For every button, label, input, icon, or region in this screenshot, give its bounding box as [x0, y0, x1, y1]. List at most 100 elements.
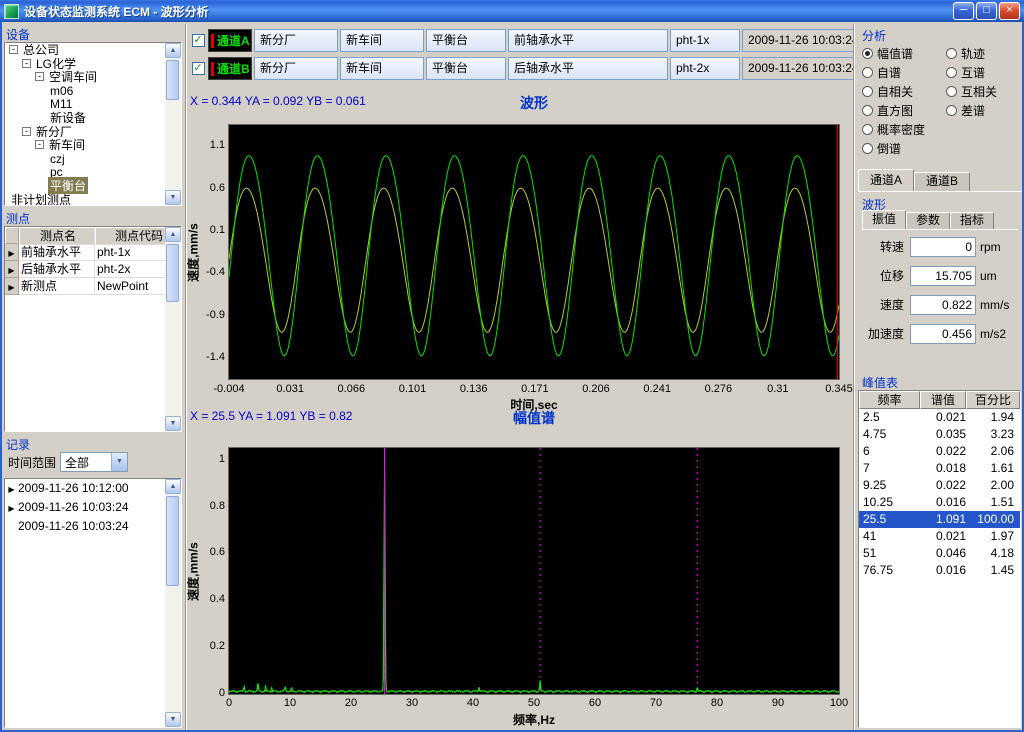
- tree-node[interactable]: m06: [5, 84, 181, 98]
- channel-field[interactable]: 平衡台: [426, 57, 506, 80]
- peak-row[interactable]: 76.75 0.016 1.45: [859, 562, 1020, 579]
- analysis-option[interactable]: 自相关: [862, 82, 946, 101]
- device-section-label: 设备: [6, 26, 30, 43]
- minimize-button-icon[interactable]: ─: [953, 2, 974, 20]
- analysis-option[interactable]: 直方图: [862, 101, 946, 120]
- analysis-option[interactable]: 幅值谱: [862, 44, 946, 63]
- wave-value-tab[interactable]: 指标: [950, 212, 994, 229]
- channel-field[interactable]: 新车间: [340, 57, 424, 80]
- scroll-thumb[interactable]: [166, 496, 179, 586]
- peak-row[interactable]: 7 0.018 1.61: [859, 460, 1020, 477]
- analysis-option[interactable]: 互谱: [946, 63, 1018, 82]
- channel-field[interactable]: 2009-11-26 10:03:24: [742, 29, 854, 52]
- tree-expand-icon[interactable]: -: [35, 72, 44, 81]
- scroll-down-arrow-icon[interactable]: ▼: [165, 190, 181, 205]
- scroll-track[interactable]: [165, 242, 181, 416]
- waveform-series-B: [229, 188, 839, 332]
- spectrum-chart[interactable]: [228, 447, 840, 695]
- peak-header-percent[interactable]: 百分比: [966, 391, 1020, 409]
- tree-node[interactable]: -新车间: [5, 138, 181, 152]
- close-button-icon[interactable]: ×: [999, 2, 1020, 20]
- tree-node[interactable]: czj: [5, 152, 181, 166]
- tree-node[interactable]: -空调车间: [5, 70, 181, 84]
- record-row[interactable]: ▶ 2009-11-26 10:12:00: [5, 479, 181, 498]
- scroll-up-arrow-icon[interactable]: ▲: [165, 43, 181, 58]
- x-tick-label: 20: [321, 697, 381, 709]
- scroll-down-arrow-icon[interactable]: ▼: [165, 712, 181, 727]
- time-range-select[interactable]: 全部 ▼: [60, 452, 128, 472]
- peak-row[interactable]: 4.75 0.035 3.23: [859, 426, 1020, 443]
- point-row[interactable]: ▶ 前轴承水平 pht-1x: [5, 244, 181, 261]
- channel-label[interactable]: 通道A: [208, 29, 252, 52]
- analysis-option[interactable]: 轨迹: [946, 44, 1018, 63]
- channel-label[interactable]: 通道B: [208, 57, 252, 80]
- tree-node[interactable]: 非计划测点: [5, 193, 181, 206]
- scroll-up-arrow-icon[interactable]: ▲: [165, 479, 181, 494]
- scroll-up-arrow-icon[interactable]: ▲: [165, 227, 181, 242]
- channel-field[interactable]: pht-2x: [670, 57, 740, 80]
- vertical-scrollbar[interactable]: ▲ ▼: [165, 479, 181, 727]
- tree-node[interactable]: pc: [5, 165, 181, 179]
- channel-field[interactable]: 平衡台: [426, 29, 506, 52]
- tree-node[interactable]: -新分厂: [5, 125, 181, 139]
- scroll-down-arrow-icon[interactable]: ▼: [165, 416, 181, 431]
- peak-row[interactable]: 9.25 0.022 2.00: [859, 477, 1020, 494]
- record-row[interactable]: 2009-11-26 10:03:24: [5, 517, 181, 536]
- channel-tab[interactable]: 通道B: [914, 172, 970, 191]
- tree-expand-icon[interactable]: -: [22, 59, 31, 68]
- channel-field-text: 平衡台: [432, 33, 468, 47]
- peak-row[interactable]: 2.5 0.021 1.94: [859, 409, 1020, 426]
- channel-field[interactable]: 前轴承水平: [508, 29, 668, 52]
- scroll-thumb[interactable]: [166, 60, 179, 100]
- analysis-option[interactable]: 自谱: [862, 63, 946, 82]
- analysis-option[interactable]: 概率密度: [862, 120, 946, 139]
- channel-tab[interactable]: 通道A: [858, 169, 914, 191]
- waveform-chart[interactable]: [228, 124, 840, 380]
- channel-checkbox[interactable]: ✓: [190, 29, 206, 52]
- channel-field[interactable]: 新分厂: [254, 29, 338, 52]
- analysis-option[interactable]: 差谱: [946, 101, 1018, 120]
- row-selector[interactable]: ▶: [5, 244, 19, 261]
- dropdown-arrow-icon[interactable]: ▼: [111, 453, 127, 471]
- channel-field[interactable]: 后轴承水平: [508, 57, 668, 80]
- tree-node[interactable]: M11: [5, 97, 181, 111]
- wave-value-tab[interactable]: 振值: [862, 210, 906, 229]
- scroll-track[interactable]: [165, 58, 181, 190]
- peak-row[interactable]: 41 0.021 1.97: [859, 528, 1020, 545]
- maximize-button-icon[interactable]: □: [976, 2, 997, 20]
- tree-expand-icon[interactable]: -: [9, 45, 18, 54]
- analysis-option[interactable]: 倒谱: [862, 139, 946, 158]
- point-row[interactable]: ▶ 后轴承水平 pht-2x: [5, 261, 181, 278]
- scroll-thumb[interactable]: [166, 244, 179, 302]
- peak-row[interactable]: 6 0.022 2.06: [859, 443, 1020, 460]
- vertical-scrollbar[interactable]: ▲ ▼: [165, 43, 181, 205]
- peak-percent: 1.94: [966, 409, 1020, 426]
- peak-header-value[interactable]: 谱值: [920, 391, 966, 409]
- measurement-value-field[interactable]: 0.456: [910, 324, 976, 344]
- row-selector[interactable]: ▶: [5, 278, 19, 295]
- channel-field[interactable]: pht-1x: [670, 29, 740, 52]
- channel-checkbox[interactable]: ✓: [190, 57, 206, 80]
- tree-node[interactable]: -总公司: [5, 43, 181, 57]
- row-selector[interactable]: ▶: [5, 261, 19, 278]
- measurement-value-field[interactable]: 0.822: [910, 295, 976, 315]
- vertical-scrollbar[interactable]: ▲ ▼: [165, 227, 181, 431]
- record-time: 2009-11-26 10:03:24: [18, 517, 129, 536]
- tree-node[interactable]: 新设备: [5, 111, 181, 125]
- channel-field[interactable]: 新车间: [340, 29, 424, 52]
- measurement-value-field[interactable]: 0: [910, 237, 976, 257]
- scroll-track[interactable]: [165, 494, 181, 712]
- record-row[interactable]: ▶ 2009-11-26 10:03:24: [5, 498, 181, 517]
- channel-field[interactable]: 新分厂: [254, 57, 338, 80]
- points-header-name[interactable]: 测点名: [19, 227, 95, 245]
- analysis-option[interactable]: 互相关: [946, 82, 1018, 101]
- wave-value-tab[interactable]: 参数: [906, 212, 950, 229]
- peak-row[interactable]: 51 0.046 4.18: [859, 545, 1020, 562]
- point-row[interactable]: ▶ 新测点 NewPoint: [5, 278, 181, 295]
- channel-field[interactable]: 2009-11-26 10:03:24: [742, 57, 854, 80]
- measurement-value-field[interactable]: 15.705: [910, 266, 976, 286]
- tree-expand-icon[interactable]: -: [22, 127, 31, 136]
- peak-row[interactable]: 10.25 0.016 1.51: [859, 494, 1020, 511]
- peak-row[interactable]: 25.5 1.091 100.00: [859, 511, 1020, 528]
- tree-expand-icon[interactable]: -: [35, 140, 44, 149]
